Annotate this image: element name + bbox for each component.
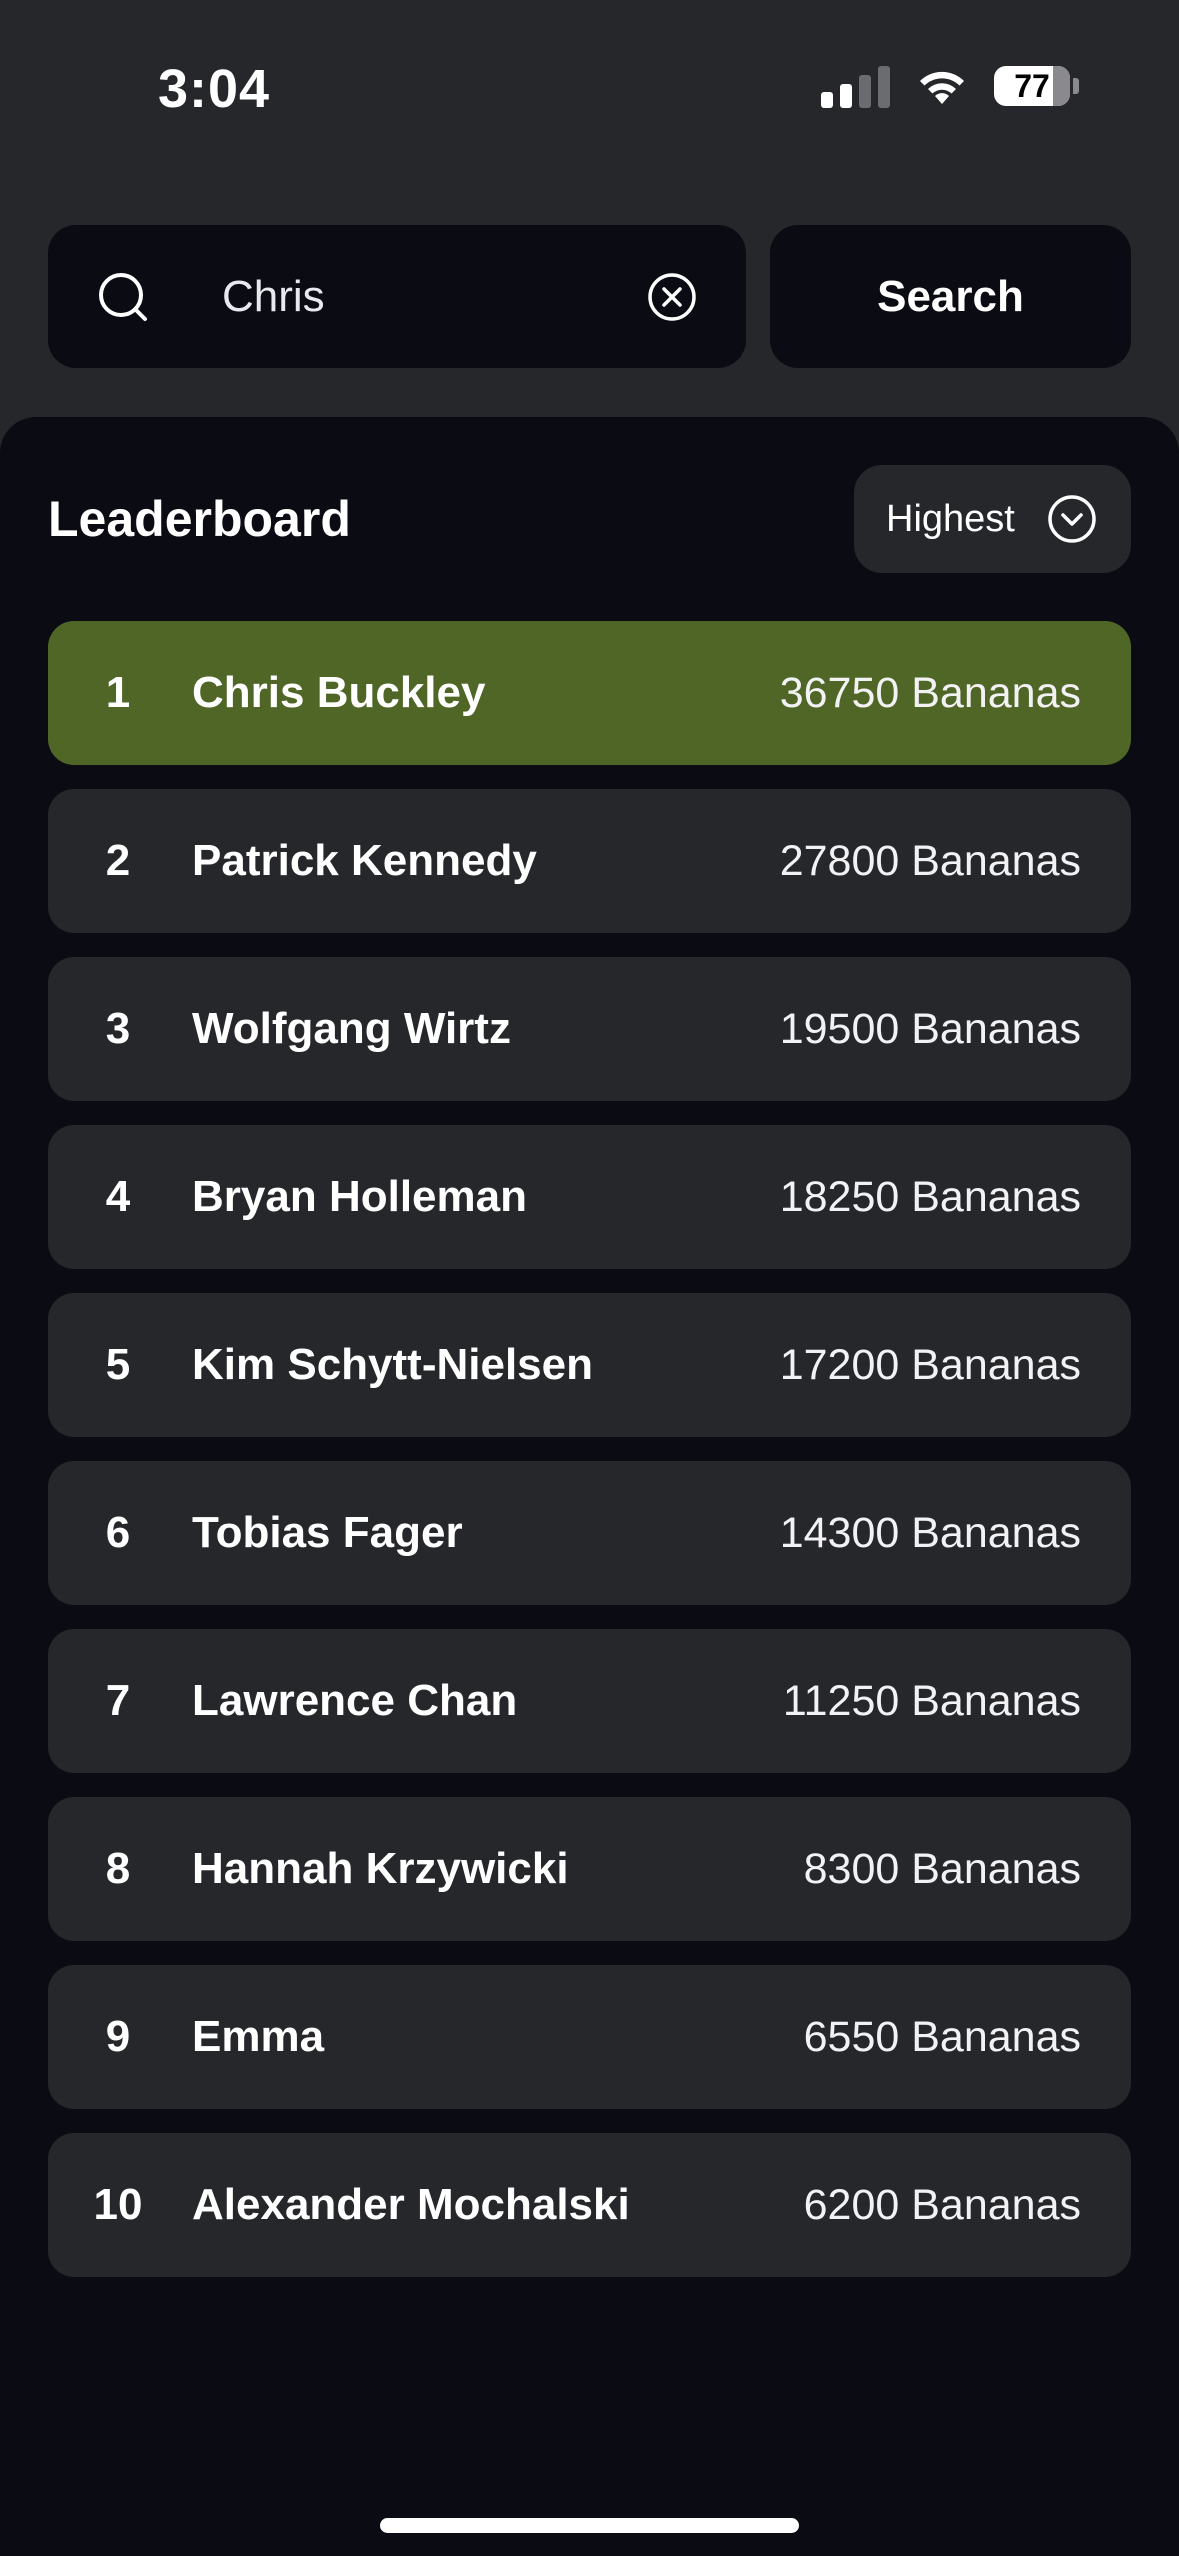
search-button[interactable]: Search (770, 225, 1131, 368)
rank-number: 10 (93, 2180, 143, 2229)
leaderboard-row[interactable]: 4 Bryan Holleman 18250 Bananas (48, 1125, 1131, 1269)
rank-number: 2 (105, 836, 131, 885)
leaderboard-row[interactable]: 1 Chris Buckley 36750 Bananas (48, 621, 1131, 765)
player-name: Tobias Fager (192, 1508, 463, 1557)
leaderboard-row[interactable]: 3 Wolfgang Wirtz 19500 Bananas (48, 957, 1131, 1101)
rank-number: 5 (105, 1340, 131, 1389)
player-name: Lawrence Chan (192, 1676, 518, 1725)
sort-dropdown[interactable]: Highest (854, 465, 1131, 573)
player-name: Wolfgang Wirtz (192, 1004, 511, 1053)
player-name: Alexander Mochalski (192, 2180, 630, 2229)
player-score: 36750 Bananas (779, 668, 1081, 717)
rank-number: 7 (105, 1676, 131, 1725)
chevron-down-icon (1048, 495, 1096, 543)
player-score: 19500 Bananas (779, 1004, 1081, 1053)
player-score: 18250 Bananas (779, 1172, 1081, 1221)
player-name: Emma (192, 2012, 325, 2061)
leaderboard-row[interactable]: 5 Kim Schytt-Nielsen 17200 Bananas (48, 1293, 1131, 1437)
clear-icon[interactable] (646, 271, 698, 323)
player-name: Hannah Krzywicki (192, 1844, 569, 1893)
search-value: Chris (222, 272, 325, 321)
player-score: 8300 Bananas (803, 1844, 1081, 1893)
search-input[interactable]: Chris (48, 225, 746, 368)
cellular-signal-icon (821, 64, 890, 108)
rank-number: 3 (105, 1004, 131, 1053)
leaderboard-row[interactable]: 8 Hannah Krzywicki 8300 Bananas (48, 1797, 1131, 1941)
leaderboard-row[interactable]: 7 Lawrence Chan 11250 Bananas (48, 1629, 1131, 1773)
status-icons: 77 (821, 64, 1079, 108)
player-score: 6200 Bananas (803, 2180, 1081, 2229)
leaderboard-title: Leaderboard (48, 491, 351, 547)
leaderboard-row[interactable]: 10 Alexander Mochalski 6200 Bananas (48, 2133, 1131, 2277)
leaderboard-row[interactable]: 6 Tobias Fager 14300 Bananas (48, 1461, 1131, 1605)
player-name: Patrick Kennedy (192, 836, 537, 885)
sort-label: Highest (886, 498, 1015, 540)
battery-icon: 77 (994, 66, 1079, 106)
player-name: Kim Schytt-Nielsen (192, 1340, 593, 1389)
player-score: 14300 Bananas (779, 1508, 1081, 1557)
player-name: Bryan Holleman (192, 1172, 527, 1221)
battery-level: 77 (1014, 67, 1050, 104)
player-score: 27800 Bananas (779, 836, 1081, 885)
leaderboard-row[interactable]: 2 Patrick Kennedy 27800 Bananas (48, 789, 1131, 933)
wifi-icon (920, 71, 964, 104)
player-score: 11250 Bananas (782, 1676, 1081, 1725)
rank-number: 6 (105, 1508, 131, 1557)
rank-number: 4 (105, 1172, 131, 1221)
player-score: 6550 Bananas (803, 2012, 1081, 2061)
search-icon (99, 273, 147, 321)
rank-number: 8 (105, 1844, 131, 1893)
home-indicator[interactable] (380, 2518, 799, 2533)
rank-number: 9 (105, 2012, 131, 2061)
leaderboard-row[interactable]: 9 Emma 6550 Bananas (48, 1965, 1131, 2109)
player-name: Chris Buckley (192, 668, 486, 717)
rank-number: 1 (105, 668, 131, 717)
status-time: 3:04 (158, 59, 271, 119)
player-score: 17200 Bananas (779, 1340, 1081, 1389)
